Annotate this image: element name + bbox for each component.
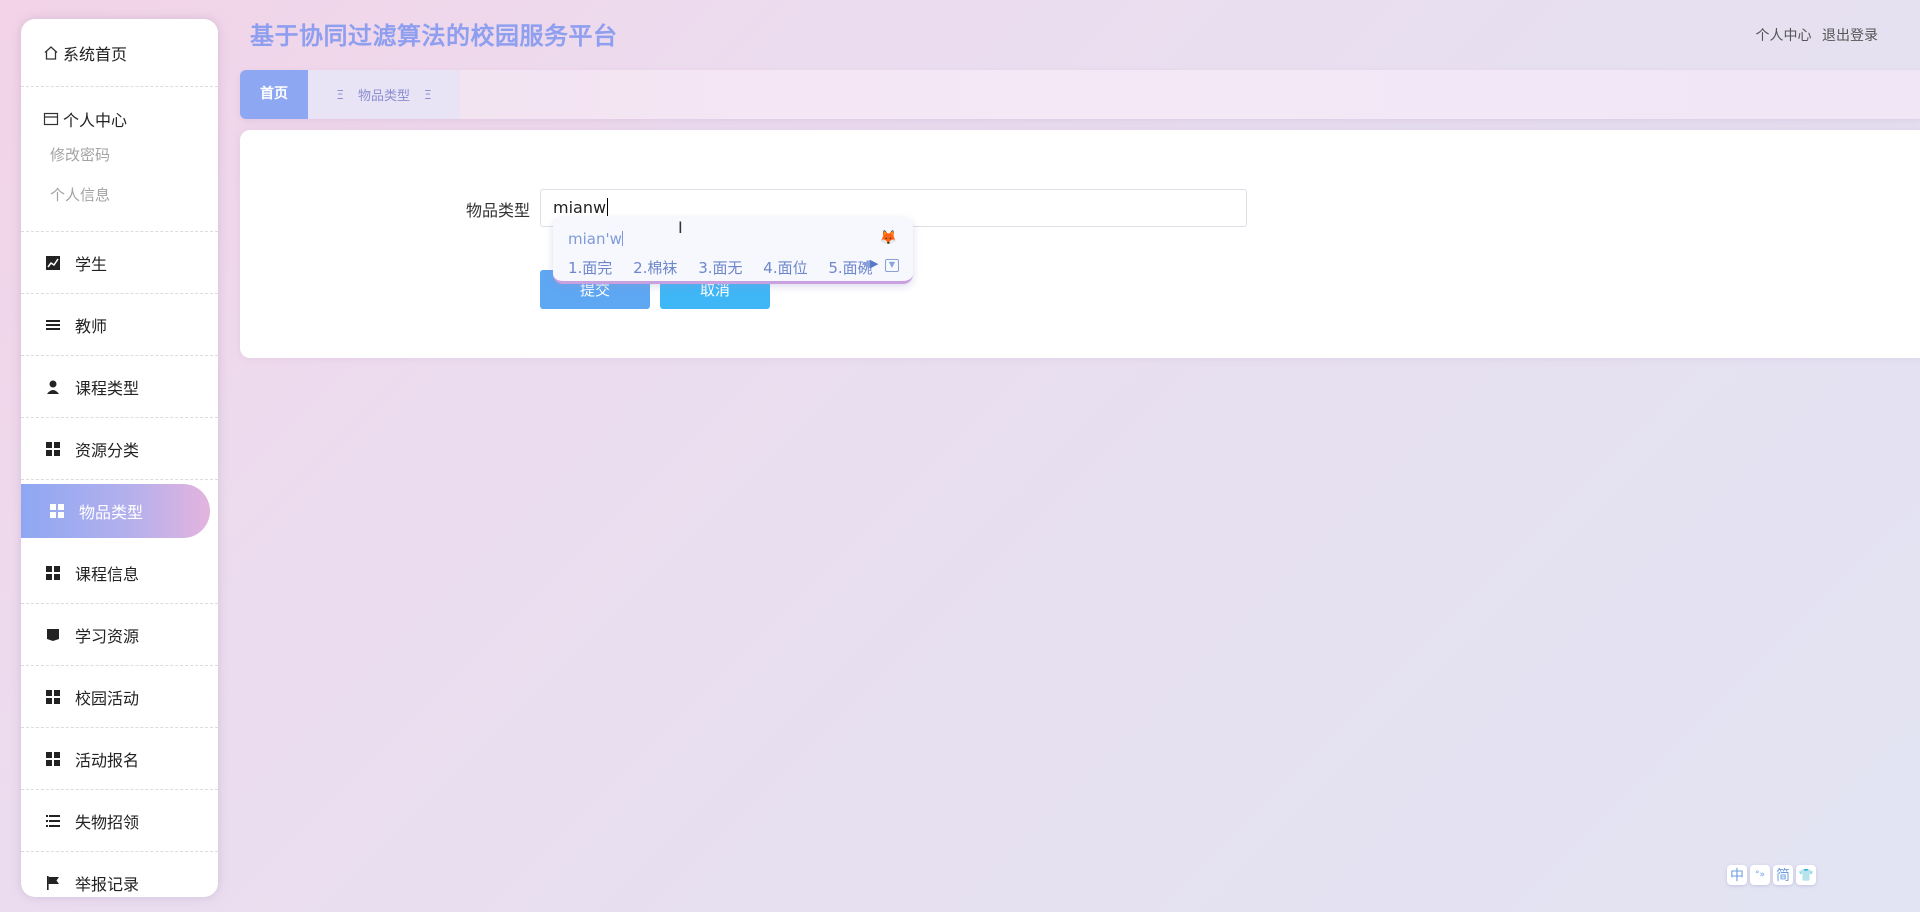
input-value: mianw [553,198,607,217]
ime-simplified-button[interactable]: 简 [1773,865,1793,885]
ime-candidate[interactable]: 4.面位 [763,259,807,277]
sidebar-item-activity-signup[interactable]: 活动报名 [21,728,218,790]
sidebar-item-label: 课程类型 [75,378,140,398]
form-card [240,130,1920,358]
sidebar-item-label: 资源分类 [75,440,140,460]
grid-icon [45,751,61,767]
sidebar-item-label: 失物招领 [75,812,140,832]
ime-candidate[interactable]: 2.棉袜 [633,259,677,277]
ime-candidates: 1.面完 2.棉袜 3.面无 4.面位 5.面碗 [568,257,889,278]
grid-icon [49,503,65,519]
sidebar-item-campus-activities[interactable]: 校园活动 [21,666,218,728]
sidebar-item-label: 校园活动 [75,688,140,708]
card-icon [43,111,59,127]
menu-icon[interactable]: Ξ [424,88,432,102]
ime-caret [621,231,623,246]
item-type-label: 物品类型 [466,201,531,220]
text-cursor-icon: I [678,218,683,237]
list-icon [45,813,61,829]
grid-icon [45,441,61,457]
sidebar-item-home[interactable]: 系统首页 [21,19,218,87]
ime-composition-text: mian'w [568,230,622,248]
sidebar-item-label: 活动报名 [75,750,140,770]
sidebar-subitem-personal-info[interactable]: 个人信息 [21,175,218,215]
sidebar-item-label: 学生 [75,254,108,274]
sidebar-item-resource-categories[interactable]: 资源分类 [21,418,218,480]
sidebar: 系统首页 个人中心 修改密码 个人信息 学生 教师 课程类型 资源分类 物品类型… [21,19,218,897]
emoji-icon[interactable]: 🦊 [880,230,897,246]
chart-icon [45,255,61,271]
grid-icon [45,689,61,705]
logout-link[interactable]: 退出登录 [1822,28,1878,44]
sidebar-item-profile[interactable]: 个人中心 [21,87,218,130]
sidebar-item-teachers[interactable]: 教师 [21,294,218,356]
sidebar-item-label: 教师 [75,316,108,336]
ime-mode-button[interactable]: 中 [1727,865,1747,885]
sidebar-profile-section: 个人中心 修改密码 个人信息 [21,87,218,232]
sidebar-item-students[interactable]: 学生 [21,232,218,294]
next-page-icon[interactable]: ▶ [870,257,878,270]
prev-page-icon[interactable]: ◀ [862,257,870,270]
flag-icon [45,875,61,891]
ime-composition: mian'w [568,230,623,248]
ime-skin-button[interactable]: 👕 [1796,865,1816,885]
tab-item-types[interactable]: Ξ 物品类型 Ξ [308,70,460,119]
ime-punctuation-button[interactable]: °» [1750,865,1770,885]
sidebar-item-course-types[interactable]: 课程类型 [21,356,218,418]
site-title: 基于协同过滤算法的校园服务平台 [250,22,618,50]
list-icon [45,317,61,333]
ime-candidate[interactable]: 3.面无 [698,259,742,277]
sidebar-subitem-change-password[interactable]: 修改密码 [21,135,218,175]
ime-nav: ◀▶ ▼ [862,257,899,272]
expand-icon[interactable]: ▼ [885,259,899,272]
box-icon [45,627,61,643]
ime-candidate-popup: mian'w 🦊 1.面完 2.棉袜 3.面无 4.面位 5.面碗 ◀▶ ▼ [553,218,913,284]
sidebar-item-label: 物品类型 [79,503,144,522]
tabs-bar: 首页 Ξ 物品类型 Ξ [240,70,1920,119]
ime-toolbar: 中 °» 简 👕 [1727,865,1816,885]
sidebar-item-label: 举报记录 [75,874,140,894]
sidebar-item-label: 学习资源 [75,626,140,646]
profile-link[interactable]: 个人中心 [1756,28,1812,44]
sidebar-item-label: 系统首页 [63,44,128,64]
grid-icon [45,565,61,581]
text-caret [607,198,609,216]
tab-label: 物品类型 [357,89,410,104]
sidebar-item-item-types[interactable]: 物品类型 [21,484,210,538]
sidebar-item-reports[interactable]: 举报记录 [21,852,218,897]
sidebar-item-label: 个人中心 [63,111,128,130]
sidebar-item-learning-resources[interactable]: 学习资源 [21,604,218,666]
menu-icon: Ξ [336,87,344,102]
ime-candidate[interactable]: 1.面完 [568,259,612,277]
tab-home[interactable]: 首页 [240,70,308,119]
header-links: 个人中心 退出登录 [1750,25,1878,45]
sidebar-item-lost-found[interactable]: 失物招领 [21,790,218,852]
sidebar-item-course-info[interactable]: 课程信息 [21,542,218,604]
sidebar-item-label: 课程信息 [75,564,140,584]
user-icon [45,379,61,395]
home-icon [43,45,59,61]
